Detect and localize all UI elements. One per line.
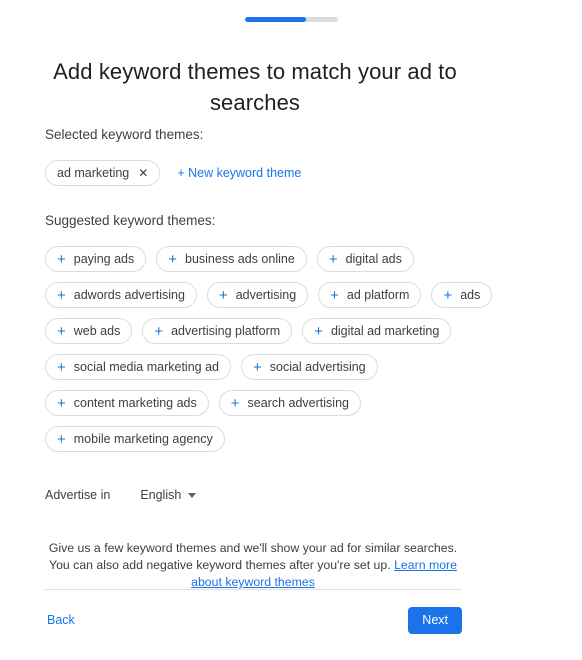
advertise-in-label: Advertise in xyxy=(45,488,111,502)
suggested-chip-label: business ads online xyxy=(185,252,295,266)
plus-icon: + xyxy=(328,250,338,268)
suggested-chip[interactable]: + paying ads xyxy=(45,246,147,272)
suggested-chip-label: adwords advertising xyxy=(73,288,185,302)
suggested-chip-label: search advertising xyxy=(247,396,349,410)
suggested-chip-label: web ads xyxy=(73,324,121,338)
suggested-chip-label: advertising xyxy=(235,288,297,302)
language-select-value: English xyxy=(140,488,182,502)
suggested-chip[interactable]: + digital ads xyxy=(316,246,414,272)
suggested-chips-row: + paying ads + business ads online + digital … xyxy=(45,246,515,272)
suggested-chip-label: ad platform xyxy=(346,288,410,302)
back-button[interactable]: Back xyxy=(45,609,77,631)
selected-section-label: Selected keyword themes: xyxy=(45,127,204,142)
suggested-chip-label: social media marketing ad xyxy=(73,360,219,374)
plus-icon: + xyxy=(168,250,177,268)
new-keyword-theme-link[interactable]: + New keyword theme xyxy=(177,166,301,180)
plus-icon: + xyxy=(57,394,66,412)
suggested-chip[interactable]: + social media marketing ad xyxy=(45,354,231,380)
close-icon[interactable]: ✕ xyxy=(138,167,148,179)
suggested-chip-label: digital ad marketing xyxy=(330,324,440,338)
plus-icon: + xyxy=(57,250,66,268)
page-content: Selected keyword themes: ad marketing ✕ … xyxy=(45,126,515,591)
suggested-chip[interactable]: + search advertising xyxy=(218,390,361,416)
page-title: Add keyword themes to match your ad to s… xyxy=(53,58,457,115)
suggested-chip[interactable]: + social advertising xyxy=(240,354,378,380)
suggested-chip-label: paying ads xyxy=(73,252,135,266)
plus-icon: + xyxy=(57,286,66,304)
advertise-in-row: Advertise in English xyxy=(45,488,515,502)
suggested-chips-container: + paying ads + business ads online + digital … xyxy=(45,246,515,452)
plus-icon: + xyxy=(154,322,164,340)
plus-icon: + xyxy=(330,286,339,304)
suggested-chip[interactable]: + business ads online xyxy=(156,246,307,272)
suggested-chip-label: ads xyxy=(460,288,481,302)
suggested-chip[interactable]: + advertising xyxy=(206,282,309,308)
suggested-chips-row: + adwords advertising + advertising + ad plat… xyxy=(45,282,515,308)
suggested-chip[interactable]: + ad platform xyxy=(318,282,422,308)
suggested-chip-label: mobile marketing agency xyxy=(73,432,213,446)
footer-divider xyxy=(45,589,462,590)
suggested-chip[interactable]: + digital ad marketing xyxy=(302,318,452,344)
suggested-chip-label: content marketing ads xyxy=(73,396,197,410)
suggested-chip-label: advertising platform xyxy=(171,324,281,338)
plus-icon: + xyxy=(252,358,262,376)
plus-icon: + xyxy=(443,286,453,304)
plus-icon: + xyxy=(57,358,66,376)
suggested-chip-label: digital ads xyxy=(345,252,402,266)
suggested-section-label: Suggested keyword themes: xyxy=(45,213,216,228)
suggested-chip[interactable]: + mobile marketing agency xyxy=(45,426,225,452)
plus-icon: + xyxy=(57,322,66,340)
language-select[interactable]: English xyxy=(140,488,197,502)
plus-icon: + xyxy=(314,322,323,340)
selected-chip-label: ad marketing xyxy=(57,166,130,180)
footer: Back Next xyxy=(45,605,462,635)
plus-icon: + xyxy=(218,286,228,304)
selected-chip-ad-marketing[interactable]: ad marketing ✕ xyxy=(45,160,161,186)
progress-bar xyxy=(0,17,582,22)
plus-icon: + xyxy=(230,394,240,412)
chevron-down-icon xyxy=(188,492,197,498)
progress-fill xyxy=(244,17,306,22)
suggested-chip[interactable]: + web ads xyxy=(45,318,133,344)
keyword-themes-page: Add keyword themes to match your ad to s… xyxy=(0,0,582,660)
suggested-chips-row: + social media marketing ad + social advert… xyxy=(45,354,515,380)
suggested-chip[interactable]: + ads xyxy=(431,282,493,308)
selected-chips-row: ad marketing ✕ + New keyword theme xyxy=(45,160,515,186)
suggested-chip[interactable]: + content marketing ads xyxy=(45,390,209,416)
suggested-chips-row: + web ads + advertising platform + digital ad… xyxy=(45,318,515,344)
help-text: Give us a few keyword themes and we'll s… xyxy=(48,540,458,591)
next-button[interactable]: Next xyxy=(408,606,462,634)
suggested-chip[interactable]: + adwords advertising xyxy=(45,282,197,308)
suggested-chips-row: + content marketing ads + search advertisin… xyxy=(45,390,515,416)
suggested-chip[interactable]: + advertising platform xyxy=(142,318,293,344)
progress-track xyxy=(244,17,338,22)
suggested-chip-label: social advertising xyxy=(269,360,366,374)
suggested-chips-row: + mobile marketing agency xyxy=(45,426,515,452)
plus-icon: + xyxy=(57,430,66,448)
